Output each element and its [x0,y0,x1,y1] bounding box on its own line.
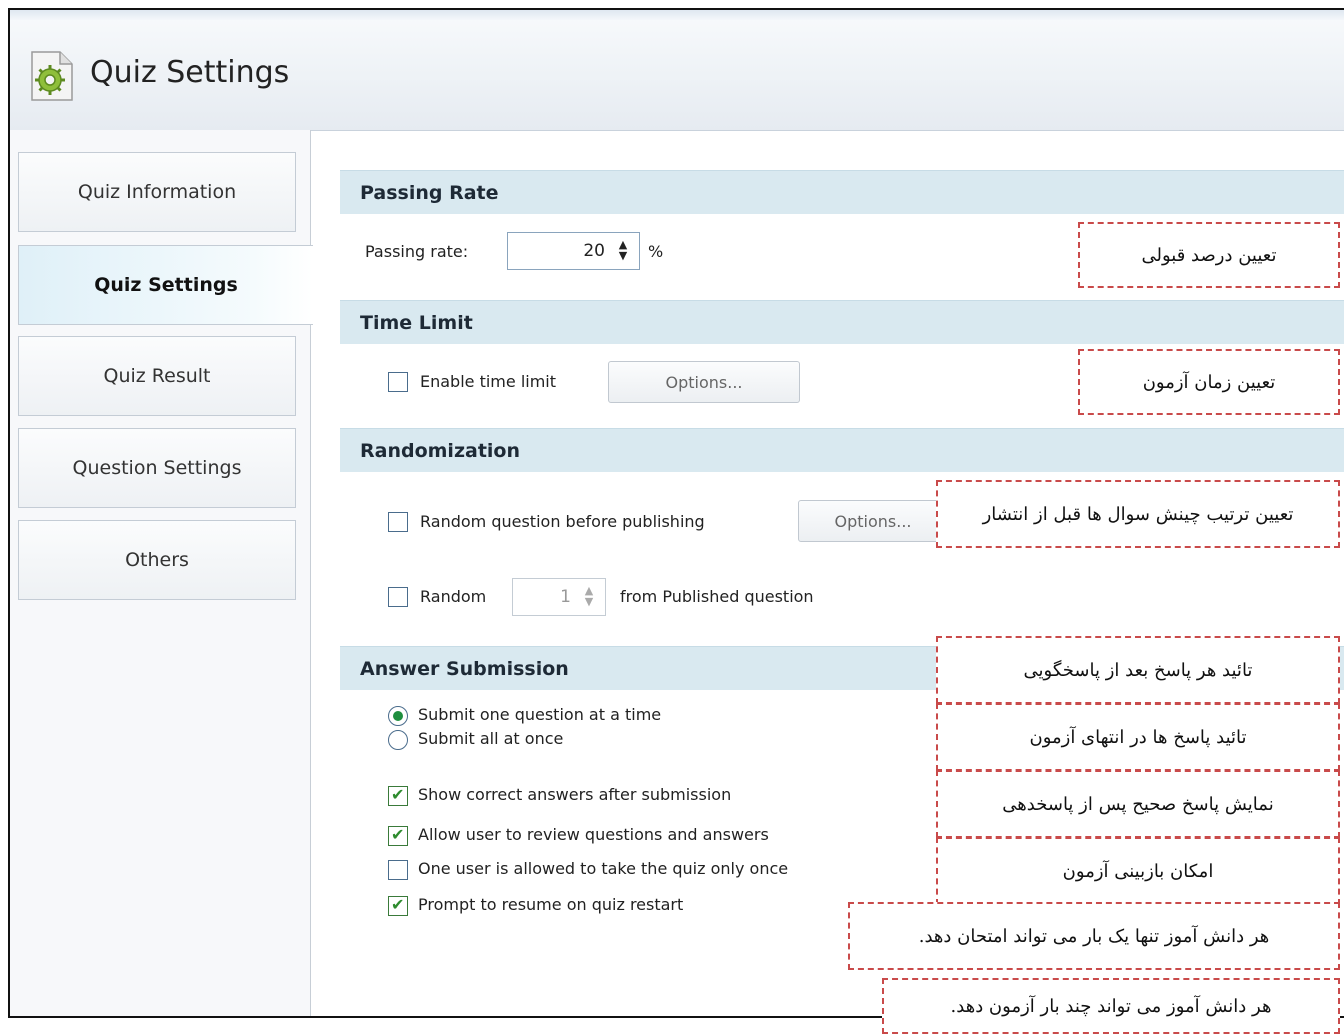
annotation-confirm-each: تائید هر پاسخ بعد از پاسخگویی [936,636,1340,704]
spinner-arrows-icon[interactable]: ▲ ▼ [615,239,631,263]
annotation-show-correct: نمایش پاسخ صحیح پس از پاسخدهی [936,770,1340,838]
annotation-single-attempt: هر دانش آموز تنها یک بار می تواند امتحان… [848,902,1340,970]
annotation-multiple-attempts: هر دانش آموز می تواند چند بار آزمون دهد. [882,978,1340,1034]
allow-review-checkbox[interactable] [388,825,408,846]
tab-quiz-information[interactable]: Quiz Information [18,152,296,232]
one-attempt-label: One user is allowed to take the quiz onl… [418,859,789,878]
section-passing-rate: Passing Rate [340,170,1344,214]
annotation-passing-rate: تعیین درصد قبولی [1078,222,1340,288]
section-randomization: Randomization [340,428,1344,472]
submit-one-radio[interactable] [388,706,408,726]
allow-review-label: Allow user to review questions and answe… [418,825,769,844]
tab-question-settings[interactable]: Question Settings [18,428,296,508]
tab-quiz-result[interactable]: Quiz Result [18,336,296,416]
settings-sidebar: Quiz Information Quiz Settings Quiz Resu… [10,130,313,1016]
show-correct-answers-label: Show correct answers after submission [418,785,732,804]
random-before-publishing-label: Random question before publishing [420,512,705,531]
submit-all-label: Submit all at once [418,729,564,748]
one-attempt-checkbox[interactable] [388,860,408,880]
section-time-limit: Time Limit [340,300,1344,344]
page-title: Quiz Settings [90,55,290,90]
show-correct-answers-checkbox[interactable] [388,785,408,806]
random-count-value: 1 [560,587,571,607]
random-before-publishing-checkbox[interactable] [388,512,408,532]
spinner-arrows-icon[interactable]: ▲ ▼ [581,585,597,609]
passing-rate-value: 20 [583,241,605,261]
randomization-options-button[interactable]: Options... [798,500,948,542]
random-count-spinner[interactable]: 1 ▲ ▼ [512,578,606,616]
annotation-time-limit: تعیین زمان آزمون [1078,349,1340,415]
passing-rate-unit: % [648,242,664,261]
submit-one-label: Submit one question at a time [418,705,662,724]
enable-time-limit-checkbox[interactable] [388,372,408,392]
random-count-checkbox[interactable] [388,587,408,607]
prompt-resume-label: Prompt to resume on quiz restart [418,895,684,914]
annotation-confirm-end: تائید پاسخ ها در انتهای آزمون [936,703,1340,771]
passing-rate-label: Passing rate: [365,242,469,261]
prompt-resume-checkbox[interactable] [388,895,408,916]
passing-rate-spinner[interactable]: 20 ▲ ▼ [507,232,640,270]
header-top-strip [10,10,1344,20]
settings-gear-document-icon [31,51,73,101]
enable-time-limit-label: Enable time limit [420,372,557,391]
annotation-review: امکان بازبینی آزمون [936,837,1340,905]
tab-others[interactable]: Others [18,520,296,600]
header-bar: Quiz Settings [10,10,1344,131]
random-label: Random [420,587,487,606]
submit-all-radio[interactable] [388,730,408,750]
tab-quiz-settings[interactable]: Quiz Settings [18,245,313,325]
from-published-label: from Published question [620,587,814,606]
time-limit-options-button[interactable]: Options... [608,361,800,403]
annotation-random-order: تعیین ترتیب چینش سوال ها قبل از انتشار [936,480,1340,548]
